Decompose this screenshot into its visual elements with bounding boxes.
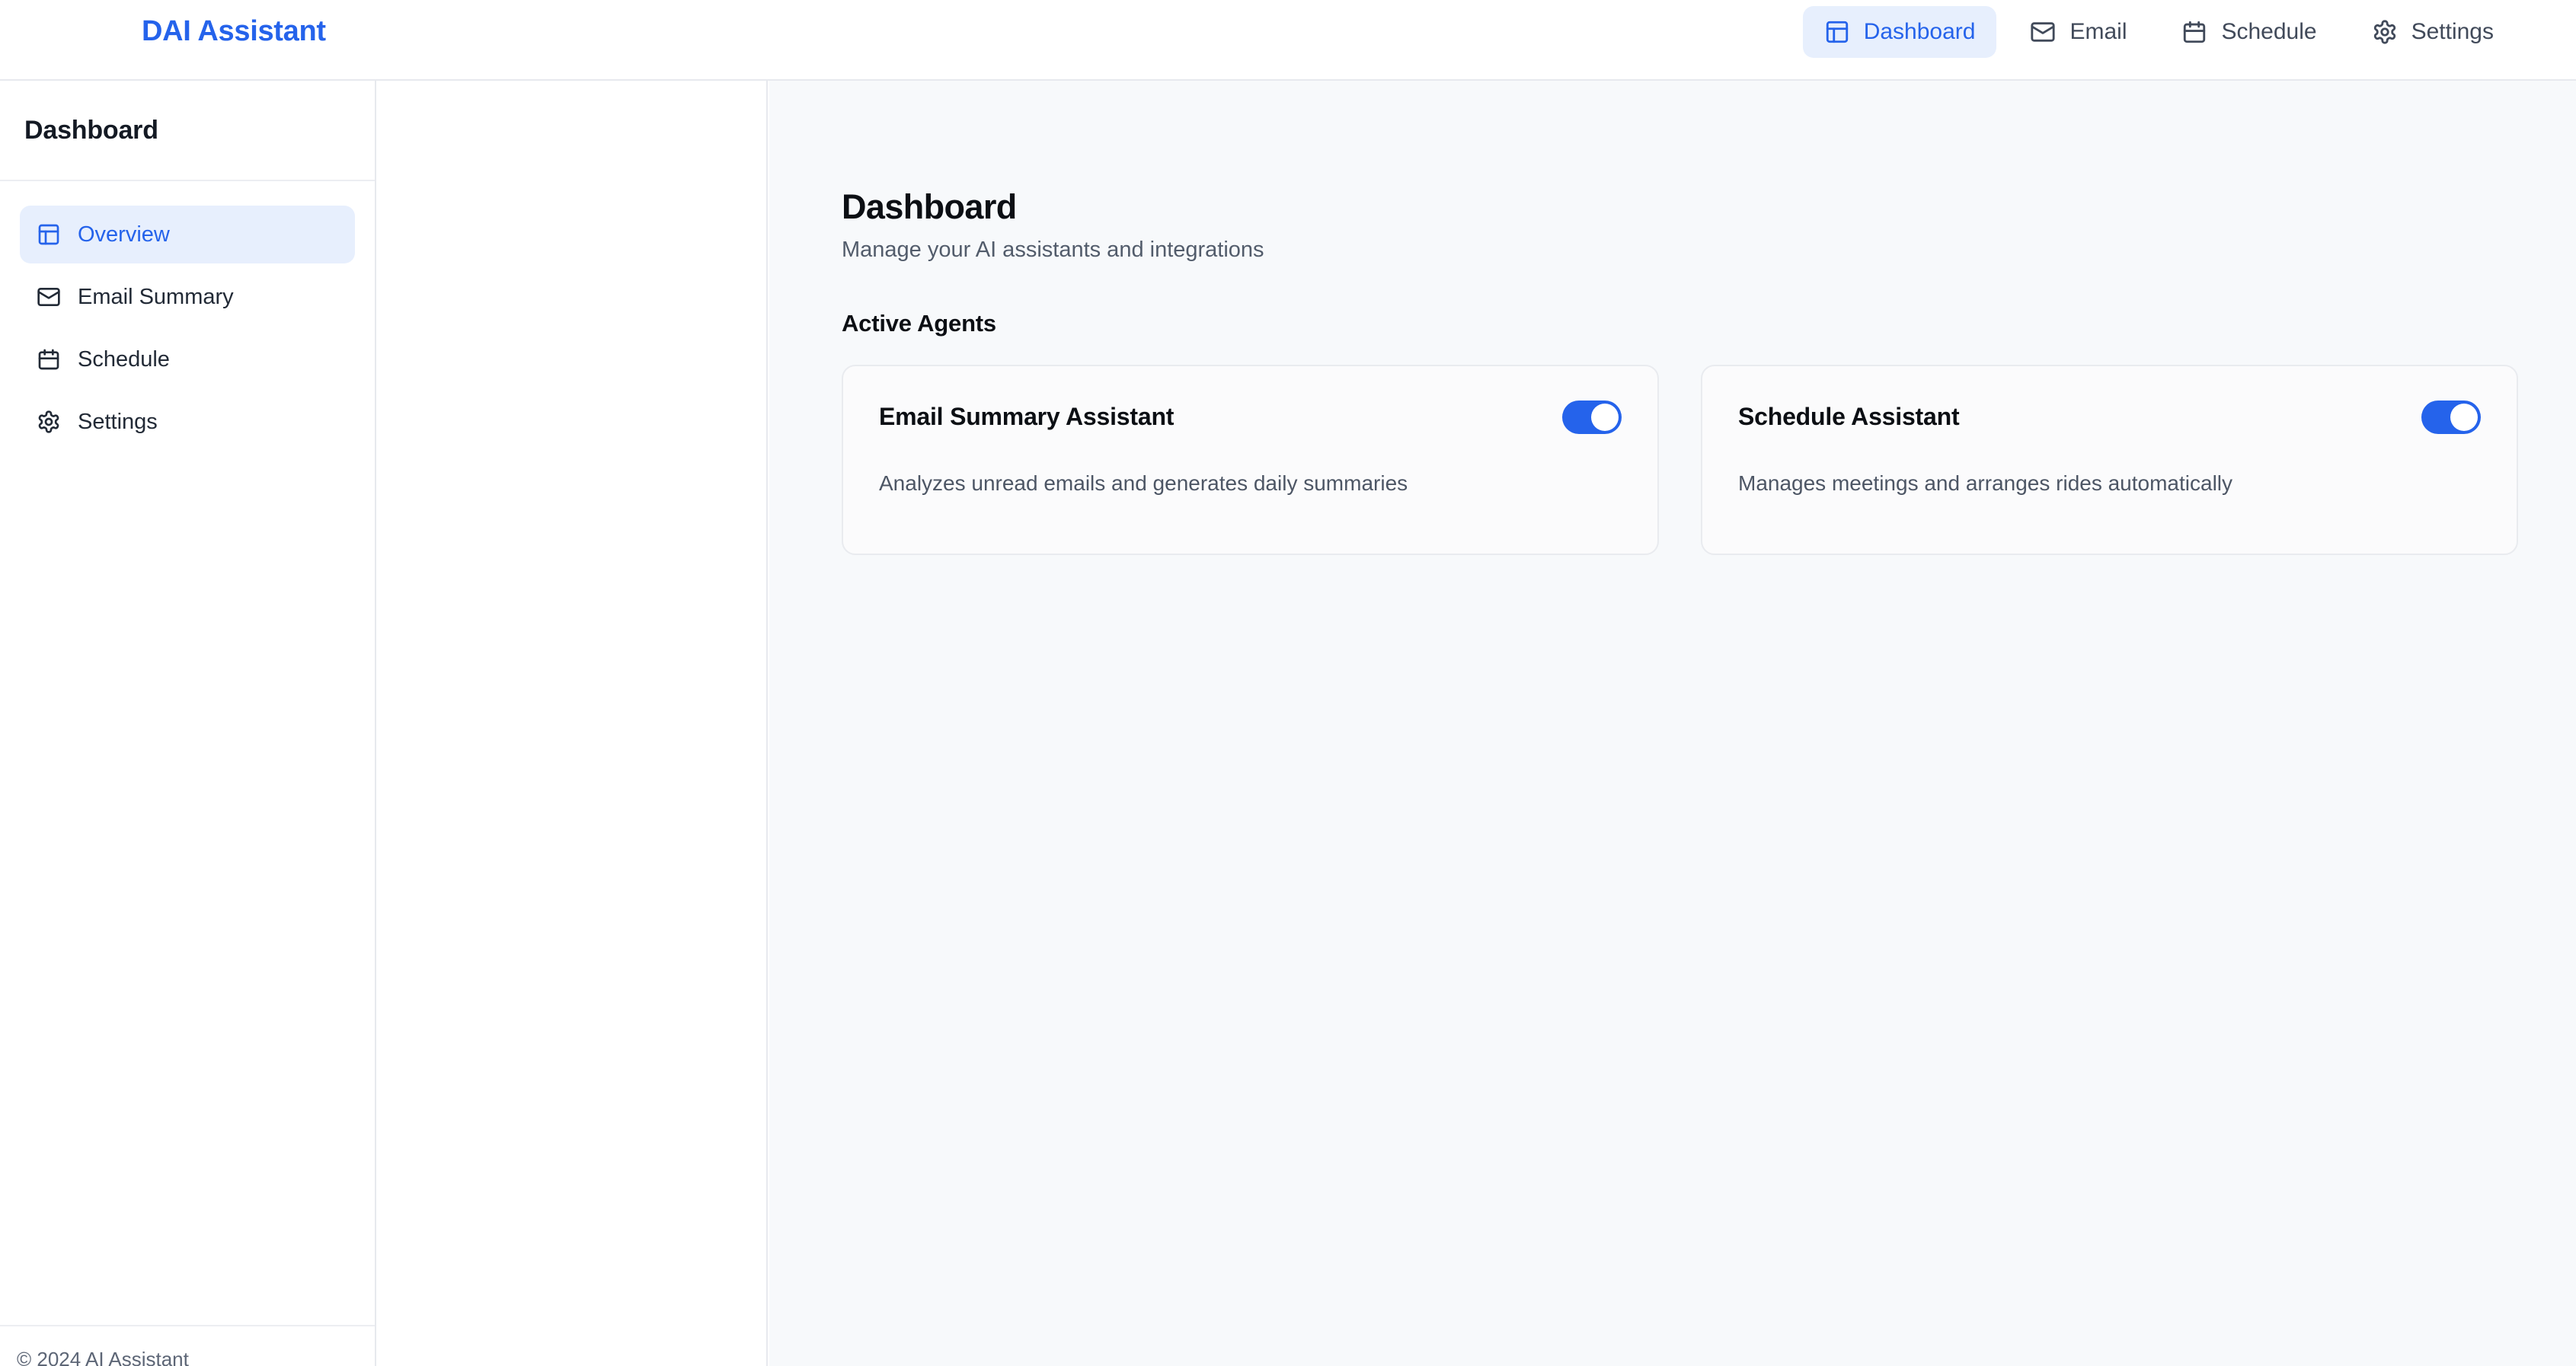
nav-label: Dashboard xyxy=(1863,19,1976,44)
nav-label: Settings xyxy=(2411,19,2494,44)
sidebar-item-label: Settings xyxy=(78,409,158,434)
copyright-text: © 2024 AI Assistant xyxy=(17,1348,189,1366)
sidebar-item-email-summary[interactable]: Email Summary xyxy=(20,268,355,326)
agent-title: Email Summary Assistant xyxy=(879,403,1175,431)
toggle-knob xyxy=(2450,403,2478,431)
page-subtitle: Manage your AI assistants and integratio… xyxy=(842,237,1264,262)
top-navigation: Dashboard Email Schedule Settings xyxy=(1802,6,2515,58)
agent-description: Analyzes unread emails and generates dai… xyxy=(879,471,1408,495)
calendar-icon xyxy=(2181,19,2207,45)
nav-item-schedule[interactable]: Schedule xyxy=(2160,6,2338,58)
gear-icon xyxy=(2372,19,2398,45)
sidebar-title: Dashboard xyxy=(24,115,158,145)
agent-enable-toggle[interactable] xyxy=(1562,400,1622,434)
sidebar-item-schedule[interactable]: Schedule xyxy=(20,330,355,388)
nav-label: Schedule xyxy=(2221,19,2317,44)
agent-title: Schedule Assistant xyxy=(1738,403,1960,431)
agent-card-grid: Email Summary Assistant Analyzes unread … xyxy=(842,364,2576,555)
sidebar-footer: © 2024 AI Assistant xyxy=(0,1325,375,1366)
page-title: Dashboard xyxy=(842,187,1017,226)
agent-card: Email Summary Assistant Analyzes unread … xyxy=(842,364,1659,555)
nav-item-dashboard[interactable]: Dashboard xyxy=(1802,6,1997,58)
app-logo: DAI Assistant xyxy=(142,15,326,47)
layout-dashboard-icon xyxy=(37,222,61,247)
sidebar-item-label: Schedule xyxy=(78,346,170,372)
nav-item-email[interactable]: Email xyxy=(2009,6,2148,58)
sidebar-item-label: Overview xyxy=(78,222,170,247)
sidebar-item-label: Email Summary xyxy=(78,284,234,309)
agent-enable-toggle[interactable] xyxy=(2421,400,2481,434)
nav-label: Email xyxy=(2069,19,2127,44)
envelope-icon xyxy=(2030,19,2056,45)
sidebar-item-settings[interactable]: Settings xyxy=(20,393,355,451)
layout-dashboard-icon xyxy=(1824,19,1850,45)
sidebar-header: Dashboard xyxy=(0,81,375,181)
nav-item-settings[interactable]: Settings xyxy=(2351,6,2515,58)
toggle-knob xyxy=(1591,403,1619,431)
agent-card: Schedule Assistant Manages meetings and … xyxy=(1701,364,2518,555)
agent-description: Manages meetings and arranges rides auto… xyxy=(1738,471,2233,495)
sidebar-navigation: Overview Email Summary Schedule Settings xyxy=(0,181,375,451)
main-content: Dashboard Manage your AI assistants and … xyxy=(769,81,2576,1366)
app-header: DAI Assistant Dashboard Email Schedule S… xyxy=(0,0,2576,81)
calendar-icon xyxy=(37,347,61,372)
secondary-panel xyxy=(378,81,768,1366)
section-title-active-agents: Active Agents xyxy=(842,309,996,337)
gear-icon xyxy=(37,410,61,434)
sidebar-item-overview[interactable]: Overview xyxy=(20,206,355,263)
sidebar: Dashboard Overview Email Summary Schedul… xyxy=(0,81,376,1366)
envelope-icon xyxy=(37,285,61,309)
